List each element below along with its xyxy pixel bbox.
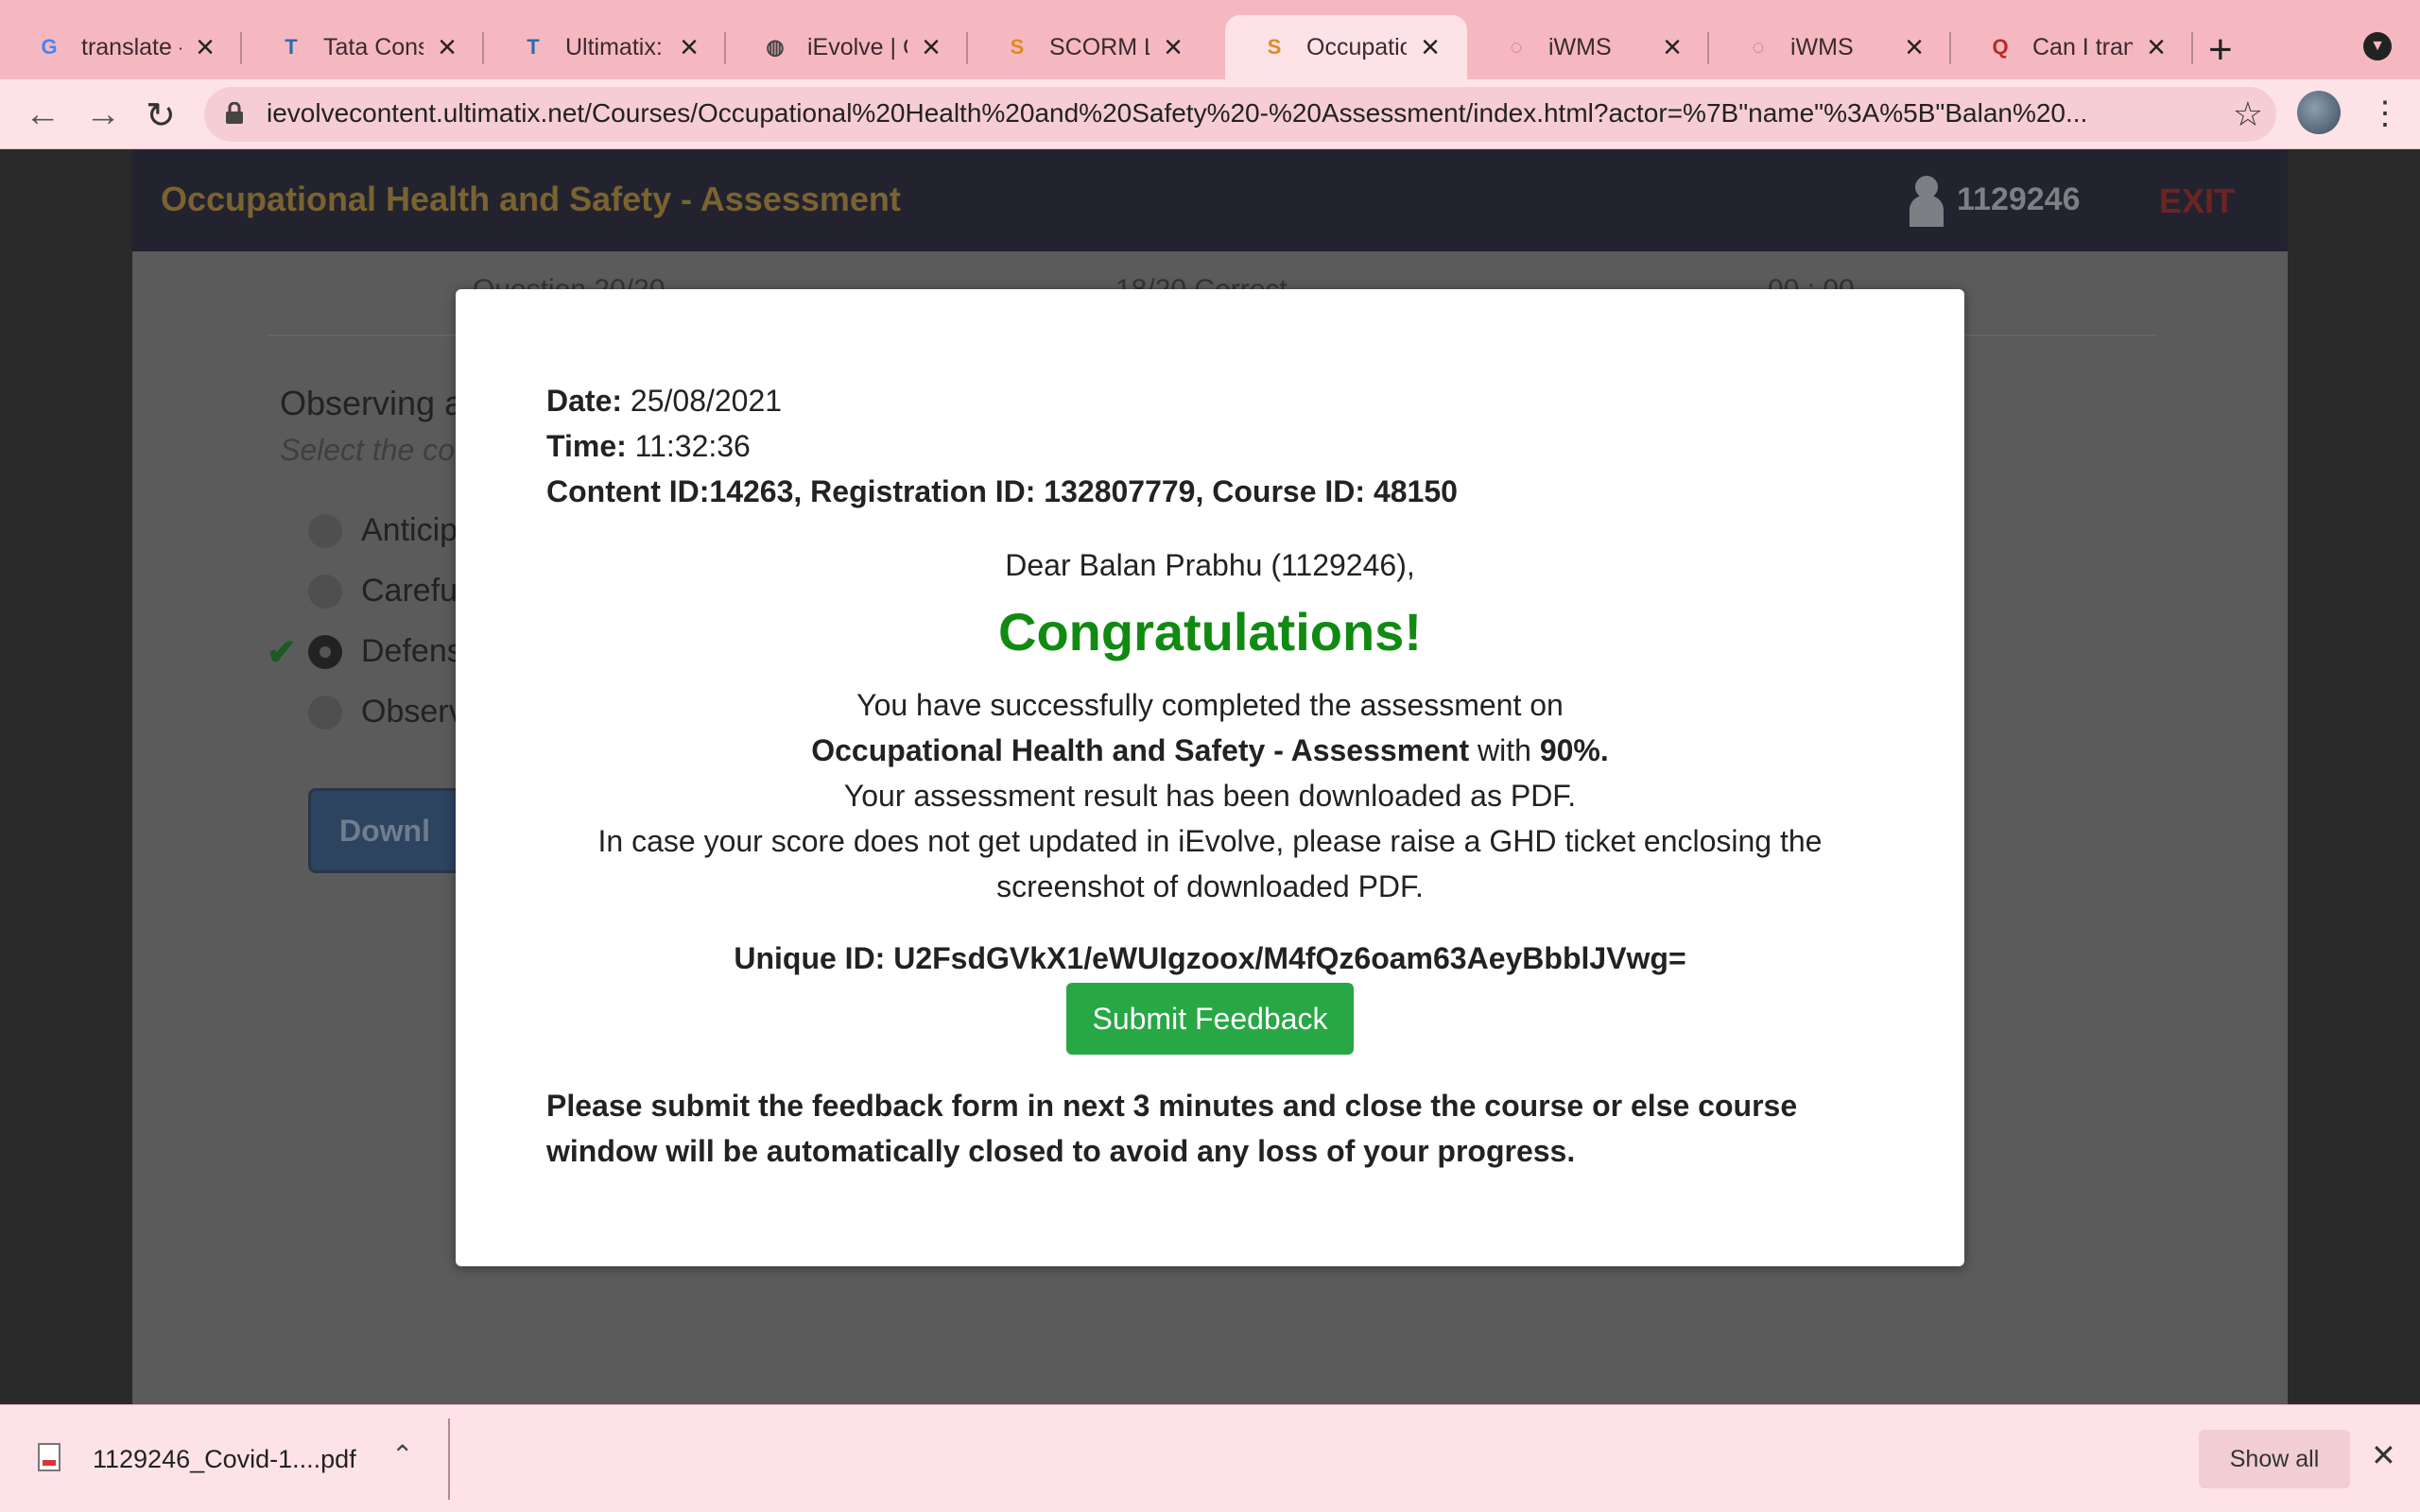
screenshot-line: screenshot of downloaded PDF. — [996, 869, 1424, 903]
radio-button[interactable] — [308, 513, 342, 548]
quora-icon: Q — [1992, 35, 2009, 59]
close-icon[interactable]: × — [189, 29, 221, 65]
url-text[interactable]: ievolvecontent.ultimatix.net/Courses/Occ… — [267, 98, 2214, 129]
time-value: 11:32:36 — [634, 429, 751, 463]
question-hint: Select the co — [280, 433, 455, 467]
radio-button[interactable] — [308, 574, 342, 609]
tab-quora[interactable]: Q Can I trans × — [1951, 15, 2193, 79]
lock-icon — [226, 102, 243, 124]
date-label: Date: — [546, 384, 623, 418]
reload-icon[interactable]: ↻ — [146, 94, 176, 137]
bookmark-star-icon[interactable]: ☆ — [2233, 94, 2263, 134]
time-label: Time: — [546, 429, 627, 463]
with-text: with — [1478, 733, 1531, 767]
tab-search-chevron-icon[interactable]: ▼ — [2363, 32, 2392, 60]
globe-icon: ◍ — [766, 35, 785, 59]
iwms-icon: ◌ — [1510, 35, 1523, 59]
tata-icon: T — [527, 35, 540, 59]
date-value: 25/08/2021 — [630, 384, 783, 418]
option-3-selected[interactable]: Defensi — [308, 633, 470, 670]
tab-ievolve[interactable]: ◍ iEvolve | Co × — [726, 15, 968, 79]
close-icon[interactable]: × — [2140, 29, 2172, 65]
close-icon[interactable]: × — [673, 29, 705, 65]
profile-avatar[interactable] — [2297, 91, 2341, 134]
submit-feedback-button[interactable]: Submit Feedback — [1066, 983, 1354, 1055]
check-icon: ✔ — [267, 633, 297, 673]
divider — [448, 1418, 450, 1500]
course-score-line: Occupational Health and Safety - Assessm… — [456, 733, 1964, 768]
exit-button[interactable]: EXIT — [2159, 181, 2235, 221]
tab-scorm-launch[interactable]: S SCORM Lau × — [968, 15, 1210, 79]
tab-title: translate - G — [81, 33, 182, 60]
show-all-button[interactable]: Show all — [2199, 1430, 2350, 1488]
address-bar[interactable]: ievolvecontent.ultimatix.net/Courses/Occ… — [204, 87, 2276, 142]
close-icon[interactable]: × — [915, 29, 947, 65]
scorm-icon: S — [1010, 35, 1025, 59]
tab-iwms-2[interactable]: ◌ iWMS × — [1709, 15, 1951, 79]
browser-menu-icon[interactable]: ⋮ — [2369, 94, 2401, 132]
unique-id: Unique ID: U2FsdGVkX1/eWUIgzoox/M4fQz6oa… — [734, 941, 1686, 975]
date-line: Date: 25/08/2021 — [546, 384, 782, 419]
tab-ultimatix[interactable]: T Ultimatix: D × — [484, 15, 726, 79]
tab-title: Tata Consu — [323, 33, 424, 60]
tab-title: iWMS — [1790, 33, 1854, 60]
course-title: Occupational Health and Safety - Assessm… — [161, 180, 901, 218]
close-icon[interactable]: × — [1656, 29, 1688, 65]
tab-title: iWMS — [1548, 33, 1612, 60]
tab-title: SCORM Lau — [1049, 33, 1150, 60]
congratulations-heading: Congratulations! — [998, 602, 1422, 662]
question-text: Observing a — [280, 384, 464, 422]
pdf-downloaded-line: Your assessment result has been download… — [843, 779, 1577, 813]
greeting: Dear Balan Prabhu (1129246), — [1005, 548, 1415, 582]
result-modal: Date: 25/08/2021 Time: 11:32:36 Content … — [456, 289, 1964, 1266]
user-icon — [1910, 176, 1944, 227]
back-arrow-icon[interactable]: ← — [25, 94, 60, 135]
option-1[interactable]: Anticipa — [308, 512, 475, 549]
radio-button-selected[interactable] — [308, 634, 342, 669]
tab-title: Ultimatix: D — [565, 33, 666, 60]
close-icon[interactable]: × — [1157, 29, 1189, 65]
option-4[interactable]: Observ — [308, 694, 465, 730]
option-label: Observ — [361, 694, 465, 730]
close-icon[interactable]: × — [1898, 29, 1930, 65]
pdf-file-icon — [38, 1443, 60, 1471]
tab-title: Can I trans — [2032, 33, 2133, 60]
tab-tata-consultancy[interactable]: T Tata Consu × — [242, 15, 484, 79]
radio-button[interactable] — [308, 695, 342, 730]
score: 90%. — [1539, 733, 1609, 767]
browser-toolbar: ← → ↻ ievolvecontent.ultimatix.net/Cours… — [0, 79, 2420, 149]
option-2[interactable]: Careful — [308, 573, 465, 610]
forward-arrow-icon[interactable]: → — [85, 94, 121, 135]
download-file-name[interactable]: 1129246_Covid-1....pdf — [93, 1445, 356, 1474]
header-user-id: 1129246 — [1957, 181, 2081, 217]
feedback-note: Please submit the feedback form in next … — [546, 1089, 1798, 1168]
option-label: Defensi — [361, 633, 471, 669]
download-shelf: 1129246_Covid-1....pdf ⌃ Show all ✕ — [0, 1404, 2420, 1512]
close-icon[interactable]: × — [431, 29, 463, 65]
tab-translate[interactable]: G translate - G × — [0, 15, 242, 79]
tab-occupational-active[interactable]: S Occupation × — [1225, 15, 1467, 79]
tab-title: iEvolve | Co — [807, 33, 908, 60]
tab-iwms-1[interactable]: ◌ iWMS × — [1467, 15, 1709, 79]
option-label: Careful — [361, 573, 465, 609]
iwms-icon: ◌ — [1752, 35, 1765, 59]
tab-strip: G translate - G × T Tata Consu × T Ultim… — [0, 0, 2420, 79]
completion-line: You have successfully completed the asse… — [856, 688, 1564, 722]
time-line: Time: 11:32:36 — [546, 429, 751, 464]
scorm-icon: S — [1267, 35, 1282, 59]
tata-icon: T — [285, 35, 298, 59]
new-tab-plus-icon[interactable]: + — [2208, 26, 2233, 74]
download-button-label: Downl — [339, 814, 430, 848]
course-header: Occupational Health and Safety - Assessm… — [132, 149, 2288, 251]
close-icon[interactable]: × — [1414, 29, 1446, 65]
ids-line: Content ID:14263, Registration ID: 13280… — [546, 474, 1458, 508]
ghd-ticket-line: In case your score does not get updated … — [597, 824, 1823, 858]
course-name: Occupational Health and Safety - Assessm… — [811, 733, 1470, 767]
close-icon[interactable]: ✕ — [2371, 1437, 2396, 1473]
google-icon: G — [41, 35, 58, 59]
tab-title: Occupation — [1306, 33, 1407, 60]
chevron-up-icon[interactable]: ⌃ — [391, 1439, 413, 1470]
